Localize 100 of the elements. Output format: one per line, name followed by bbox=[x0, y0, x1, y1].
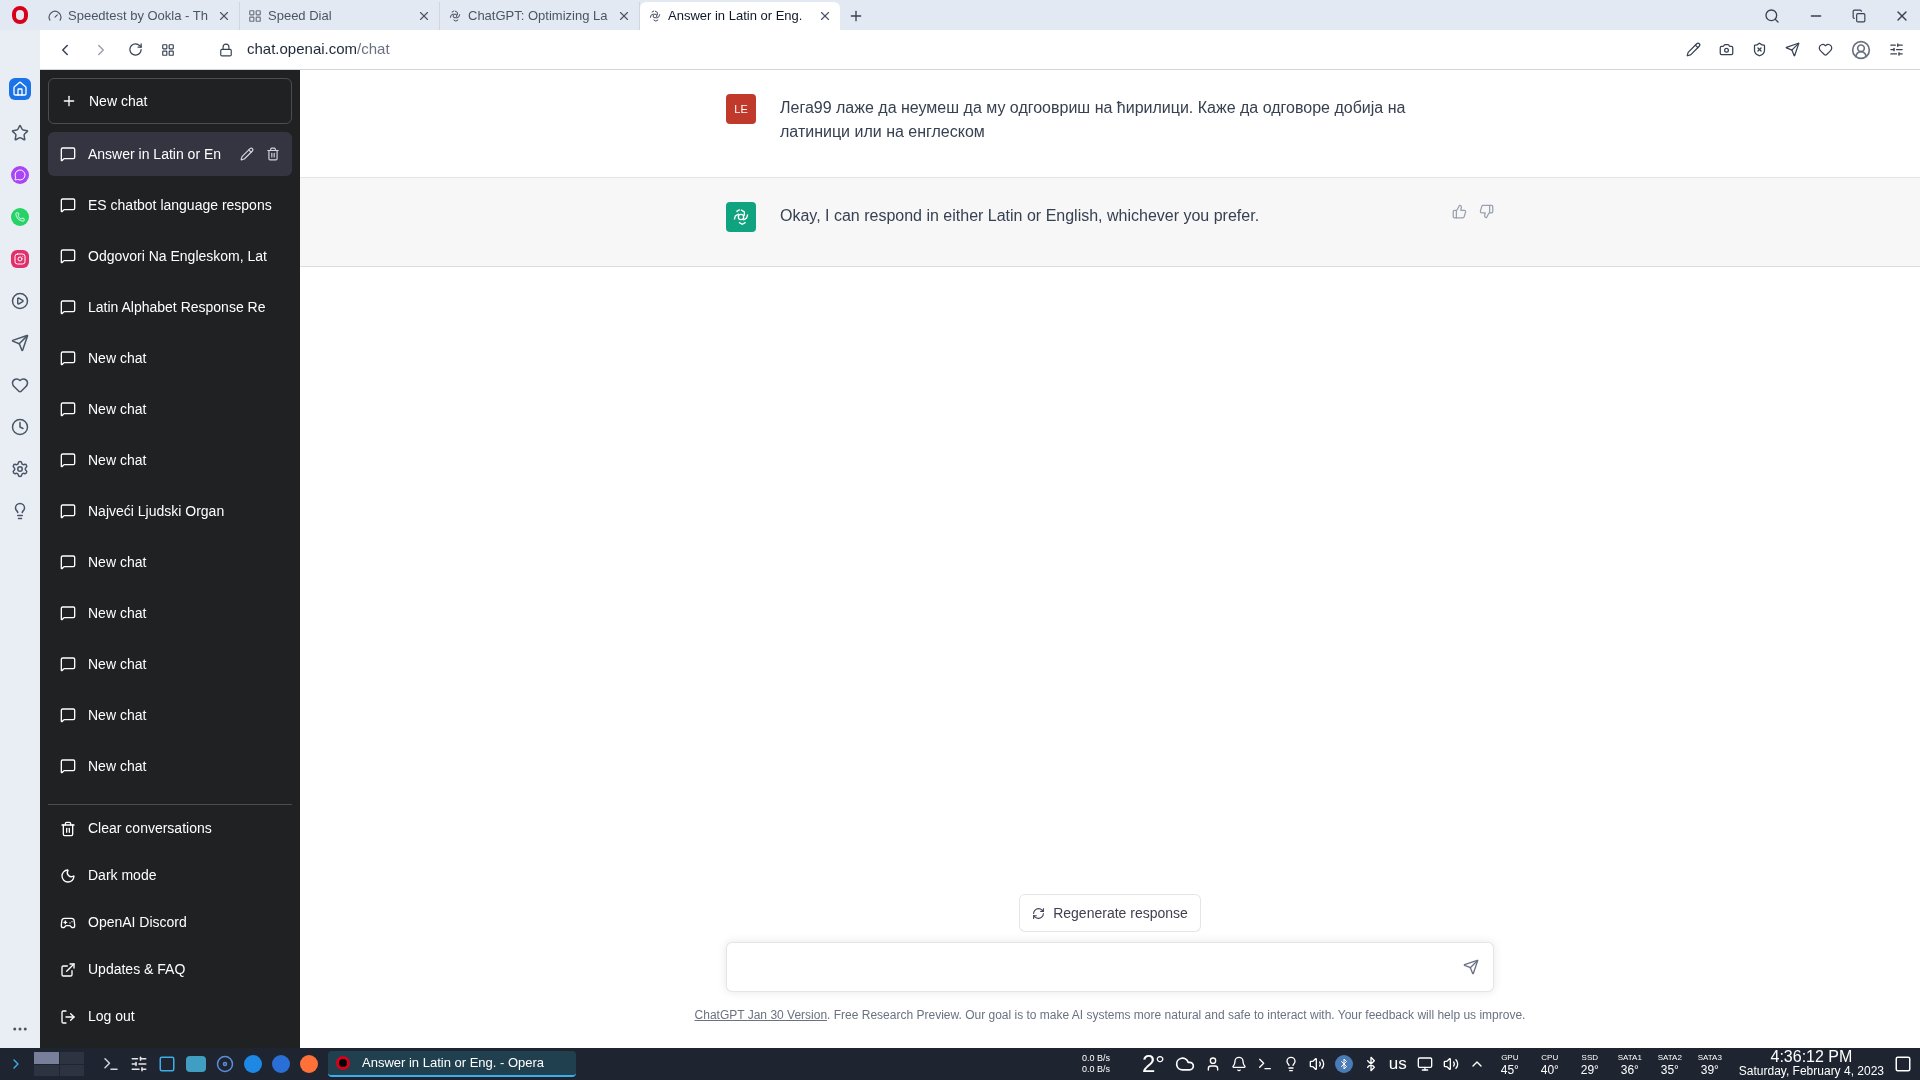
search-icon[interactable] bbox=[1764, 8, 1780, 24]
lock-icon bbox=[219, 42, 233, 57]
gauge-icon bbox=[48, 9, 62, 23]
sidebar-action[interactable]: Dark mode bbox=[48, 852, 292, 899]
download-speed: 0.0 B/s bbox=[1081, 1053, 1111, 1064]
send-icon[interactable] bbox=[11, 334, 29, 352]
volume-icon[interactable] bbox=[1308, 1056, 1325, 1072]
upload-speed: 0.0 B/s bbox=[1081, 1064, 1111, 1075]
trash-icon bbox=[60, 820, 76, 837]
footer-text: ChatGPT Jan 30 Version. Free Research Preview. Our goal is to make AI systems more natural and safe to interact with. Your feedback will help us improve. bbox=[694, 1007, 1526, 1024]
conversation-item[interactable]: Odgovori Na Engleskom, Lat bbox=[48, 234, 292, 278]
trash-icon[interactable] bbox=[266, 147, 280, 161]
sidebar-action[interactable]: OpenAI Discord bbox=[48, 899, 292, 946]
bluetooth-icon[interactable] bbox=[1334, 1055, 1353, 1073]
network-icon[interactable] bbox=[1416, 1056, 1433, 1072]
pencil-icon[interactable] bbox=[1686, 42, 1701, 57]
star-icon[interactable] bbox=[11, 124, 29, 142]
camera-icon[interactable] bbox=[1719, 42, 1734, 57]
message-text: Okay, I can respond in either Latin or English, whichever you prefer. bbox=[780, 206, 1261, 226]
bell-icon[interactable] bbox=[1230, 1056, 1247, 1072]
conversation-item[interactable]: Latin Alphabet Response Re bbox=[48, 285, 292, 329]
show-desktop-icon[interactable] bbox=[1894, 1055, 1912, 1073]
restore-icon[interactable] bbox=[1852, 9, 1866, 23]
opera-icon bbox=[336, 1056, 350, 1070]
home-icon[interactable] bbox=[9, 78, 31, 100]
thumbs-up-icon[interactable] bbox=[1452, 204, 1467, 219]
conversation-item[interactable]: New chat bbox=[48, 438, 292, 482]
conversation-item[interactable]: Answer in Latin or En bbox=[48, 132, 292, 176]
sidebar-action[interactable]: Updates & FAQ bbox=[48, 946, 292, 993]
logout-icon bbox=[60, 1008, 76, 1025]
send-icon[interactable] bbox=[1463, 959, 1479, 975]
browser-tab[interactable]: Answer in Latin or Eng. bbox=[640, 2, 840, 30]
conversation-item[interactable]: ES chatbot language respons bbox=[48, 183, 292, 227]
sensor-value: 29° bbox=[1580, 1064, 1599, 1076]
messenger-icon[interactable] bbox=[11, 166, 29, 184]
browser-tab[interactable]: Speedtest by Ookla - Th bbox=[40, 2, 240, 30]
new-tab-icon[interactable] bbox=[848, 8, 864, 24]
sidebar-action[interactable]: Log out bbox=[48, 993, 292, 1040]
conversation-item[interactable]: New chat bbox=[48, 540, 292, 584]
close-icon[interactable] bbox=[217, 9, 231, 23]
close-icon[interactable] bbox=[617, 9, 631, 23]
conversation-item[interactable]: New chat bbox=[48, 693, 292, 737]
conversation-item[interactable]: Najveći Ljudski Organ bbox=[48, 489, 292, 533]
chat-bubble-icon bbox=[60, 452, 76, 468]
volume-icon[interactable] bbox=[1442, 1056, 1459, 1072]
external-link-icon bbox=[60, 961, 76, 978]
clock-icon[interactable] bbox=[11, 418, 29, 436]
grid-icon[interactable] bbox=[161, 42, 175, 57]
terminal-icon[interactable] bbox=[1256, 1056, 1273, 1072]
browser-tab[interactable]: Speed Dial bbox=[240, 2, 440, 30]
sensor-label: SATA1 bbox=[1617, 1052, 1642, 1064]
play-icon[interactable] bbox=[11, 292, 29, 310]
profile-icon[interactable] bbox=[1851, 39, 1871, 60]
sensor-label: CPU bbox=[1541, 1052, 1559, 1064]
terminal-icon[interactable] bbox=[102, 1055, 120, 1073]
chat-bubble-icon bbox=[60, 605, 76, 621]
sensor-value: 45° bbox=[1500, 1064, 1519, 1076]
conversation-item[interactable]: New chat bbox=[48, 336, 292, 380]
sensor-value: 35° bbox=[1660, 1064, 1679, 1076]
chat-bubble-icon bbox=[60, 758, 76, 774]
conversation-item[interactable]: New chat bbox=[48, 591, 292, 635]
disc-icon[interactable] bbox=[216, 1055, 234, 1073]
openai-logo-icon bbox=[648, 9, 662, 23]
cloud-icon[interactable] bbox=[1174, 1054, 1195, 1074]
chat-bubble-icon bbox=[60, 299, 76, 315]
sensor-label: SATA3 bbox=[1697, 1052, 1722, 1064]
settings-icon[interactable] bbox=[11, 460, 29, 478]
url-field[interactable]: chat.openai.com/chat bbox=[247, 38, 390, 61]
plus-icon bbox=[61, 93, 77, 109]
new-chat-button[interactable]: New chat bbox=[48, 78, 292, 124]
sensor-value: 36° bbox=[1620, 1064, 1639, 1076]
message-input[interactable] bbox=[726, 942, 1494, 992]
clock-time[interactable]: 4:36:12 PM bbox=[1770, 1050, 1853, 1064]
heart-icon[interactable] bbox=[11, 376, 29, 394]
regenerate-button[interactable]: Regenerate response bbox=[1019, 894, 1201, 932]
conversation-item[interactable]: New chat bbox=[48, 642, 292, 686]
app-icon[interactable] bbox=[244, 1055, 262, 1073]
menu-icon[interactable] bbox=[1889, 42, 1904, 57]
chat-bubble-icon bbox=[60, 146, 76, 162]
sliders-icon[interactable] bbox=[130, 1055, 148, 1073]
close-icon[interactable] bbox=[417, 9, 431, 23]
heart-icon[interactable] bbox=[1818, 42, 1833, 57]
grid-icon bbox=[248, 9, 262, 23]
taskbar-window[interactable]: Answer in Latin or Eng. - Opera bbox=[328, 1051, 576, 1077]
close-icon[interactable] bbox=[818, 9, 832, 23]
sensor-value: 40° bbox=[1540, 1064, 1559, 1076]
keyboard-layout[interactable]: us bbox=[1388, 1051, 1407, 1077]
clock-date: Saturday, February 4, 2023 bbox=[1738, 1064, 1884, 1078]
weather-temperature: 2° bbox=[1141, 1049, 1165, 1079]
opera-logo-icon[interactable] bbox=[12, 6, 28, 24]
shield-icon[interactable] bbox=[1752, 42, 1767, 57]
reload-icon[interactable] bbox=[128, 42, 143, 57]
thumbs-down-icon[interactable] bbox=[1479, 204, 1494, 219]
conversation-item[interactable]: New chat bbox=[48, 387, 292, 431]
edit-icon[interactable] bbox=[240, 147, 254, 161]
send-icon[interactable] bbox=[1785, 42, 1800, 57]
sidebar-action[interactable]: Clear conversations bbox=[48, 805, 292, 852]
pager[interactable] bbox=[34, 1052, 84, 1076]
chat-bubble-icon bbox=[60, 554, 76, 570]
conversation-item[interactable]: New chat bbox=[48, 744, 292, 788]
